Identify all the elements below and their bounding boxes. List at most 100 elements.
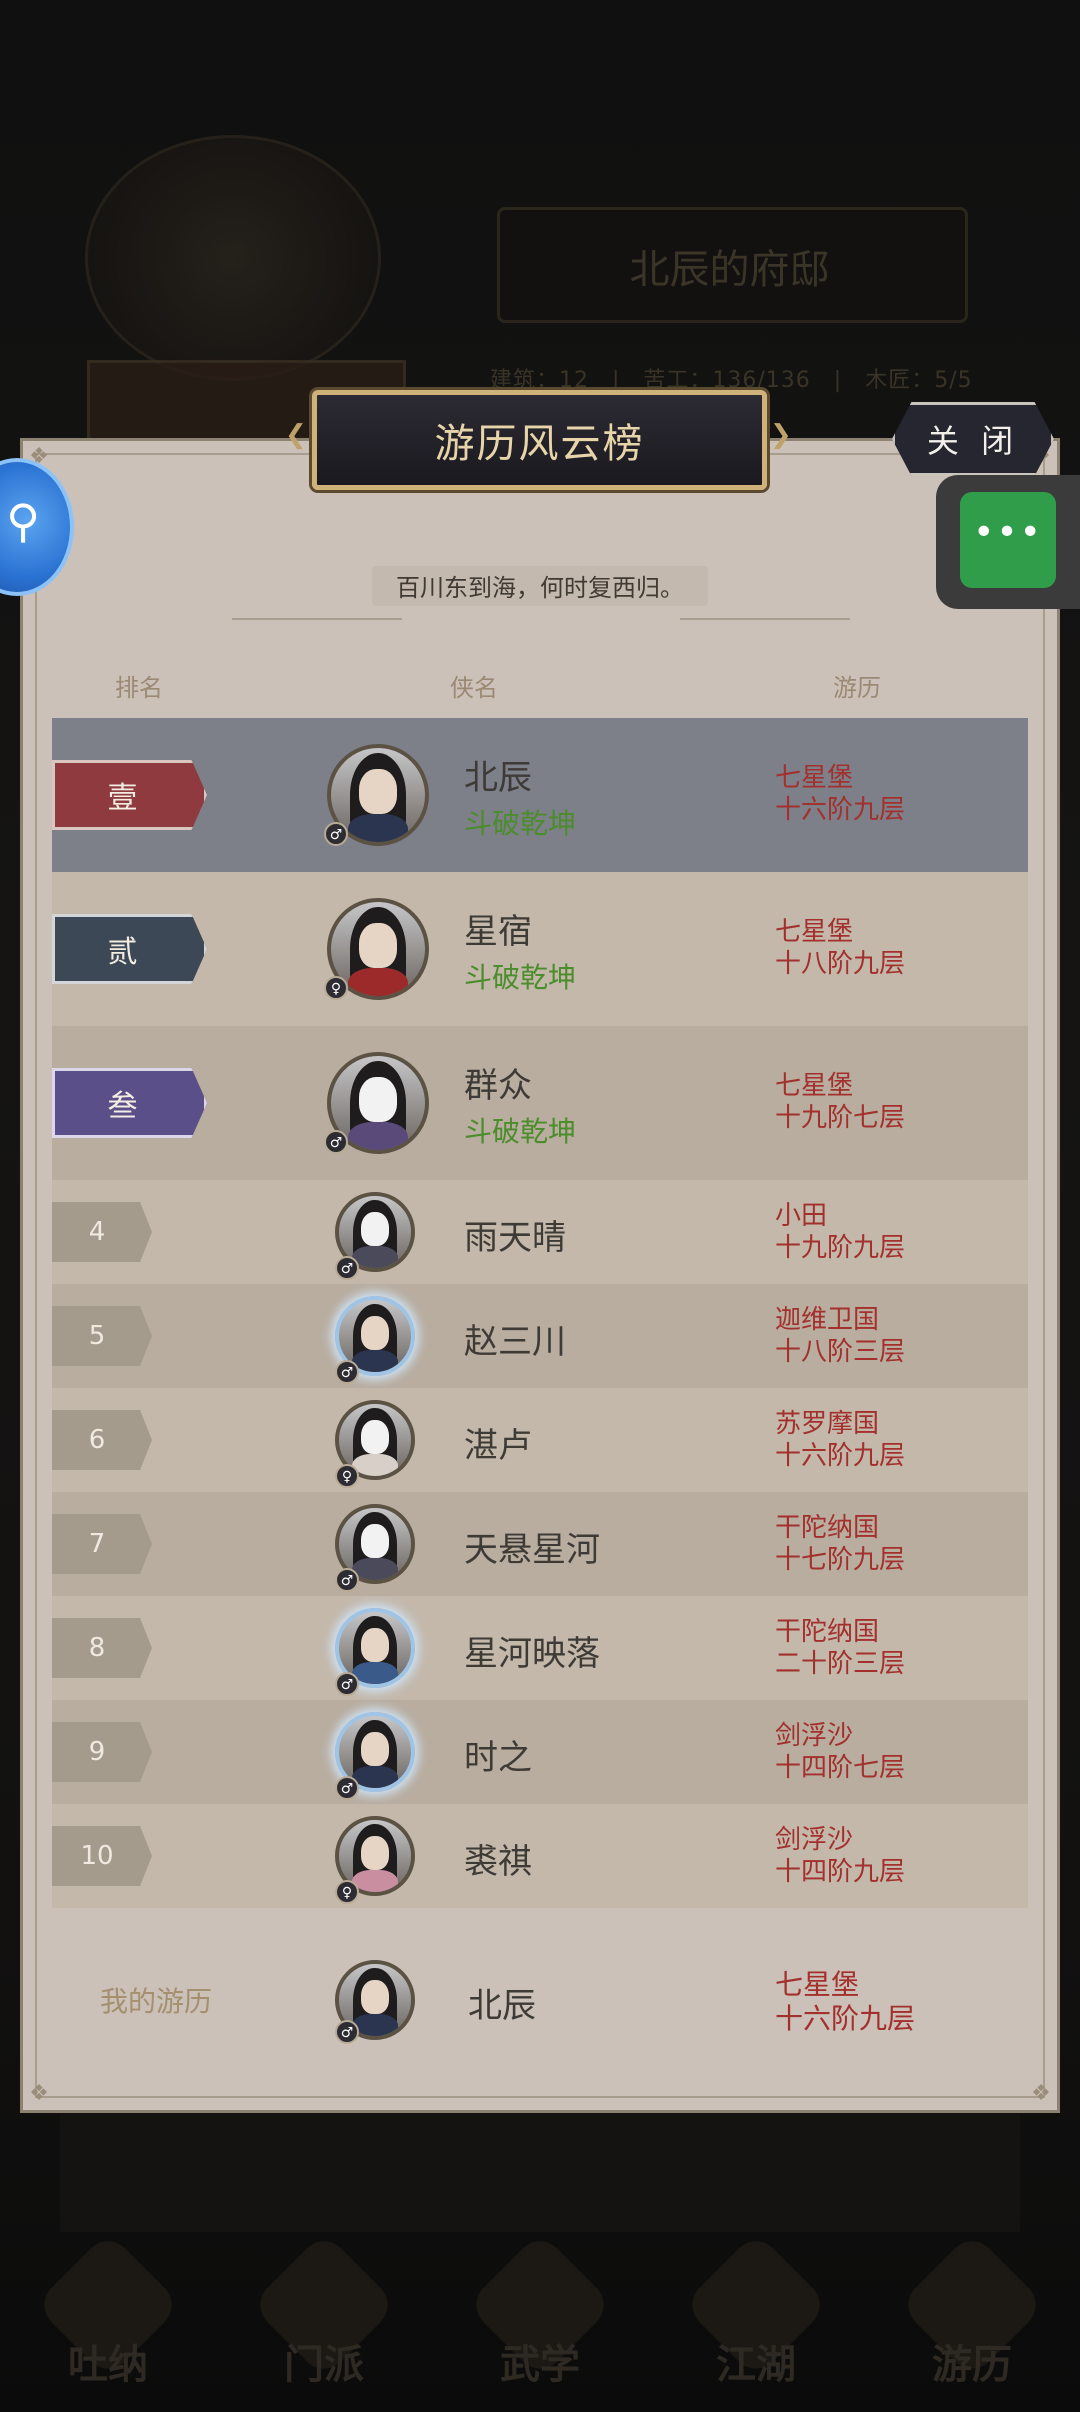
rank-badge: 6	[52, 1410, 152, 1470]
rank-label: 4	[88, 1217, 106, 1247]
travel-location: 干陀纳国 二十阶三层	[775, 1616, 905, 1680]
travel-place: 七星堡	[775, 1968, 860, 2001]
travel-place: 迦维卫国	[775, 1305, 880, 1335]
player-name: 裘祺	[464, 1842, 532, 1882]
travel-level: 十四阶九层	[775, 1857, 906, 1887]
column-header-rank: 排名	[115, 674, 163, 702]
rank-label: 6	[88, 1425, 106, 1455]
rank-badge: 5	[52, 1306, 152, 1366]
title-wing-right-icon: ❯	[770, 420, 792, 450]
player-title: 斗破乾坤	[464, 961, 577, 994]
travel-level: 十八阶三层	[775, 1337, 906, 1367]
travel-location: 小田 十九阶九层	[775, 1200, 905, 1264]
travel-location: 七星堡 十九阶七层	[775, 1070, 905, 1134]
my-name: 北辰	[468, 1986, 536, 2026]
close-button-label: 关 闭	[926, 422, 1020, 460]
gender-icon: ♂	[335, 1672, 359, 1696]
table-row[interactable]: 9 ♂ 时之 剑浮沙 十四阶七层	[52, 1700, 1028, 1804]
corner-ornament-icon: ❖	[1031, 2081, 1051, 2106]
player-name: 雨天晴	[464, 1218, 566, 1258]
rank-badge: 10	[52, 1826, 152, 1886]
player-name: 群众	[464, 1066, 532, 1106]
my-travel-label: 我的游历	[100, 1985, 213, 2018]
nav-item-tuna: 吐纳	[34, 2231, 182, 2400]
close-button[interactable]: 关 闭	[892, 402, 1054, 476]
travel-place: 七星堡	[775, 763, 854, 793]
rank-badge: 叁	[52, 1068, 207, 1138]
nav-label: 武学	[500, 2342, 580, 2388]
travel-place: 干陀纳国	[775, 1617, 880, 1647]
table-row[interactable]: 5 ♂ 赵三川 迦维卫国 十八阶三层	[52, 1284, 1028, 1388]
rank-label: 5	[88, 1321, 106, 1351]
player-name: 天悬星河	[464, 1530, 600, 1570]
nav-label: 吐纳	[68, 2342, 148, 2388]
gender-icon: ♂	[324, 1130, 348, 1154]
nav-label: 江湖	[716, 2342, 796, 2388]
travel-place: 剑浮沙	[775, 1825, 854, 1855]
travel-place: 干陀纳国	[775, 1513, 880, 1543]
travel-level: 十六阶九层	[775, 795, 906, 825]
rank-label: 贰	[107, 935, 138, 970]
rank-badge: 贰	[52, 914, 207, 984]
travel-level: 十七阶九层	[775, 1545, 906, 1575]
nav-item-menpai: 门派	[250, 2231, 398, 2400]
travel-location: 剑浮沙 十四阶九层	[775, 1824, 905, 1888]
rank-label: 壹	[107, 781, 138, 816]
column-header-travel: 游历	[833, 674, 881, 702]
player-name: 星河映落	[464, 1634, 600, 1674]
gender-icon: ♀	[335, 1464, 359, 1488]
my-travel-location: 七星堡 十六阶九层	[775, 1968, 915, 2036]
nav-item-wuxue: 武学	[466, 2231, 614, 2400]
corner-ornament-icon: ❖	[29, 2081, 49, 2106]
table-row[interactable]: 7 ♂ 天悬星河 干陀纳国 十七阶九层	[52, 1492, 1028, 1596]
travel-level: 十八阶九层	[775, 949, 906, 979]
search-icon: ⚲	[6, 494, 40, 548]
travel-location: 七星堡 十六阶九层	[775, 762, 905, 826]
player-name: 北辰	[464, 758, 532, 798]
nav-label: 游历	[932, 2342, 1012, 2388]
rank-label: 8	[88, 1633, 106, 1663]
background-strip	[60, 2110, 1020, 2232]
motto-divider-left	[232, 618, 402, 620]
travel-place: 七星堡	[775, 917, 854, 947]
travel-location: 七星堡 十八阶九层	[775, 916, 905, 980]
leaderboard-list: 壹 ♂ 北辰 斗破乾坤 七星堡 十六阶九层 贰 ♀ 星宿 斗破乾坤 七星堡 十八阶九…	[52, 718, 1028, 1908]
player-name: 时之	[464, 1738, 532, 1778]
travel-level: 二十阶三层	[775, 1649, 906, 1679]
player-name: 星宿	[464, 912, 532, 952]
nav-item-jianghu: 江湖	[682, 2231, 830, 2400]
more-dots-icon: •••	[973, 512, 1043, 553]
rank-badge: 9	[52, 1722, 152, 1782]
gender-icon: ♂	[335, 1568, 359, 1592]
table-row[interactable]: 10 ♀ 裘祺 剑浮沙 十四阶九层	[52, 1804, 1028, 1908]
residence-title: 北辰的府邸	[629, 247, 830, 293]
travel-location: 剑浮沙 十四阶七层	[775, 1720, 905, 1784]
player-title: 斗破乾坤	[464, 807, 577, 840]
column-header-name: 侠名	[450, 674, 498, 702]
panel-title-text: 游历风云榜	[434, 421, 645, 467]
nav-label: 门派	[284, 2342, 364, 2388]
rank-label: 叁	[107, 1089, 138, 1124]
rank-badge: 8	[52, 1618, 152, 1678]
gender-icon: ♀	[324, 976, 348, 1000]
residence-emblem	[85, 135, 381, 381]
gender-icon: ♂	[324, 822, 348, 846]
nav-item-youli: 游历	[898, 2231, 1046, 2400]
gender-icon: ♂	[335, 1360, 359, 1384]
travel-location: 干陀纳国 十七阶九层	[775, 1512, 905, 1576]
table-row[interactable]: 叁 ♂ 群众 斗破乾坤 七星堡 十九阶七层	[52, 1026, 1028, 1180]
table-row[interactable]: 8 ♂ 星河映落 干陀纳国 二十阶三层	[52, 1596, 1028, 1700]
rank-label: 9	[88, 1737, 106, 1767]
player-name: 湛卢	[464, 1426, 532, 1466]
table-row[interactable]: 4 ♂ 雨天晴 小田 十九阶九层	[52, 1180, 1028, 1284]
rank-badge: 7	[52, 1514, 152, 1574]
travel-place: 剑浮沙	[775, 1721, 854, 1751]
player-title: 斗破乾坤	[464, 1115, 577, 1148]
table-row[interactable]: 6 ♀ 湛卢 苏罗摩国 十六阶九层	[52, 1388, 1028, 1492]
player-name: 赵三川	[464, 1322, 566, 1362]
travel-level: 十九阶九层	[775, 1233, 906, 1263]
table-row[interactable]: 贰 ♀ 星宿 斗破乾坤 七星堡 十八阶九层	[52, 872, 1028, 1026]
travel-place: 小田	[775, 1201, 828, 1231]
travel-place: 七星堡	[775, 1071, 854, 1101]
table-row[interactable]: 壹 ♂ 北辰 斗破乾坤 七星堡 十六阶九层	[52, 718, 1028, 872]
